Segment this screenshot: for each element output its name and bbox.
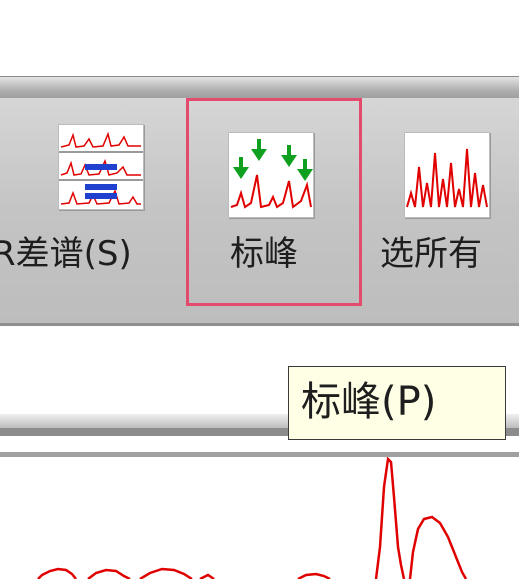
focus-highlight bbox=[186, 98, 362, 306]
spectrum-trace-tall-peak bbox=[374, 457, 406, 579]
select-all-label: 选所有 bbox=[380, 234, 482, 274]
subtract-spectrum-label: R差谱(S) bbox=[0, 234, 132, 274]
select-all-button[interactable]: 选所有 bbox=[372, 98, 519, 308]
toolbar-top-edge bbox=[0, 76, 519, 99]
spectrum-trace-mid-3 bbox=[199, 573, 215, 579]
select-all-icon bbox=[404, 132, 490, 218]
spectrum-plot[interactable] bbox=[0, 457, 519, 579]
spectrum-trace-mid-1 bbox=[87, 568, 131, 579]
spectrum-trace-broad-peak bbox=[408, 515, 468, 579]
spectrum-trace-small bbox=[297, 572, 331, 579]
spectrum-trace-mid-2 bbox=[139, 567, 193, 579]
subtract-spectrum-button[interactable]: R差谱(S) bbox=[0, 98, 178, 308]
mark-peaks-tooltip: 标峰(P) bbox=[288, 366, 506, 440]
spectrum-trace-left bbox=[37, 567, 77, 579]
subtract-spectrum-icon bbox=[58, 124, 144, 210]
